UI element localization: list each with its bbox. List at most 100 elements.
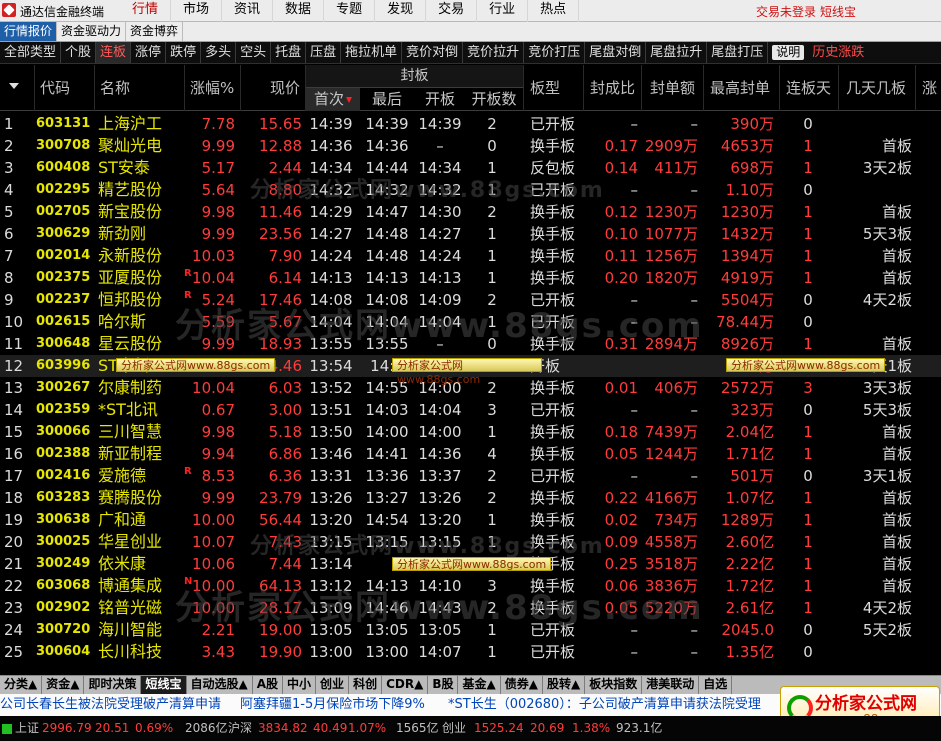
- ad-banner[interactable]: 分析家公式网www.88gs.com: [392, 358, 542, 386]
- table-row[interactable]: 5 002705 新宝股份 9.98 11.46 14:29 14:47 14:30 2 换手板 0…: [0, 201, 941, 223]
- category-tab[interactable]: 跌停: [166, 42, 202, 63]
- news-item[interactable]: 阿塞拜疆1-5月保险市场下降9%: [240, 694, 425, 716]
- bottom-tab[interactable]: CDR▲: [382, 676, 429, 694]
- bottom-tab[interactable]: 科创: [349, 676, 383, 694]
- bottom-tab[interactable]: 股转▲: [543, 676, 586, 694]
- table-row[interactable]: 2 300708 聚灿光电 9.99 12.88 14:36 14:36 – 0 换手板 0.17 2…: [0, 135, 941, 157]
- col-chg[interactable]: 涨幅%: [190, 77, 234, 98]
- subtab[interactable]: 行情报价: [0, 22, 58, 41]
- bottom-tab[interactable]: 创业: [316, 676, 350, 694]
- col-board-type[interactable]: 板型: [530, 77, 560, 98]
- category-tab[interactable]: 多头: [201, 42, 237, 63]
- table-row[interactable]: 19 300638 广和通 10.00 56.44 13:20 14:54 13:20 1 换手板…: [0, 509, 941, 531]
- menu-item[interactable]: 行业: [477, 0, 529, 22]
- menu-item[interactable]: 资讯: [222, 0, 274, 22]
- col-code[interactable]: 代码: [40, 77, 70, 98]
- category-tab[interactable]: 竞价打压: [524, 42, 586, 63]
- bottom-tab[interactable]: 债券▲: [501, 676, 543, 694]
- table-row[interactable]: 8 002375 亚厦股份 R 10.04 6.14 14:13 14:13 14:13 1 换手板…: [0, 267, 941, 289]
- bottom-tab[interactable]: 自选: [699, 676, 733, 694]
- bottom-tab[interactable]: 自动选股▲: [187, 676, 253, 694]
- subtab[interactable]: 资金驱动力: [57, 22, 127, 41]
- table-row[interactable]: 7 002014 永新股份 10.03 7.90 14:24 14:48 14:24 1 换手板 0…: [0, 245, 941, 267]
- category-tab[interactable]: 空头: [236, 42, 272, 63]
- table-row[interactable]: 14 002359 *ST北讯 0.67 3.00 13:51 14:03 14:04 3 已开板…: [0, 399, 941, 421]
- ad-banner[interactable]: 分析家公式网www.88gs.com: [116, 358, 276, 372]
- category-tab[interactable]: 压盘: [306, 42, 342, 63]
- cell-days: 0: [803, 181, 813, 199]
- col-streak-days[interactable]: 连板天: [786, 77, 831, 98]
- sort-menu-icon[interactable]: [9, 83, 19, 89]
- bottom-tab[interactable]: 港美联动: [642, 676, 700, 694]
- table-row[interactable]: 18 603283 赛腾股份 9.99 23.79 13:26 13:27 13:26 2 换手板…: [0, 487, 941, 509]
- category-tab[interactable]: 拖拉机单: [341, 42, 403, 63]
- menu-item[interactable]: 专题: [324, 0, 376, 22]
- login-status[interactable]: 交易未登录: [756, 3, 816, 20]
- cell-famt: 1077万: [644, 225, 698, 243]
- bottom-tab[interactable]: A股: [253, 676, 284, 694]
- table-row[interactable]: 25 300604 长川科技 3.43 19.90 13:00 13:00 14:07 1 已开板…: [0, 641, 941, 663]
- col-price[interactable]: 现价: [270, 77, 300, 98]
- bottom-tab[interactable]: 中小: [283, 676, 317, 694]
- sz-index-change: 40.49: [313, 721, 348, 735]
- cell-t3: 13:37: [418, 467, 462, 485]
- bottom-tab[interactable]: 即时决策: [84, 676, 142, 694]
- short-line-link[interactable]: 短线宝: [820, 3, 856, 20]
- category-tab[interactable]: 涨停: [131, 42, 167, 63]
- category-tab[interactable]: 尾盘对倒: [585, 42, 647, 63]
- col-seal-ratio[interactable]: 封成比: [590, 77, 635, 98]
- col-first-time[interactable]: 首次: [306, 88, 360, 111]
- bottom-tab[interactable]: B股: [428, 676, 459, 694]
- news-item[interactable]: *ST长生（002680）：子公司破产清算申请获法院受理: [448, 694, 761, 716]
- table-row[interactable]: 22 603068 博通集成 N 10.00 64.13 13:12 14:13 14:10 3 换…: [0, 575, 941, 597]
- menu-item[interactable]: 发现: [375, 0, 427, 22]
- col-n-days-n-boards[interactable]: 几天几板: [846, 77, 906, 98]
- table-row[interactable]: 20 300025 华星创业 10.07 7.43 13:15 13:15 13:15 1 换手板…: [0, 531, 941, 553]
- cell-ratio: 0.20: [604, 269, 638, 287]
- category-tab[interactable]: 个股: [61, 42, 97, 63]
- table-row[interactable]: 4 002295 精艺股份 5.64 8.80 14:32 14:32 14:32 1 已开板 – –…: [0, 179, 941, 201]
- table-row[interactable]: 6 300629 新劲刚 9.99 23.56 14:27 14:48 14:27 1 换手板 0.…: [0, 223, 941, 245]
- cy-index-change: 20.69: [530, 721, 565, 735]
- col-last-time[interactable]: 最后: [360, 88, 414, 111]
- col-open-count[interactable]: 开板数: [466, 88, 522, 111]
- category-tab[interactable]: 尾盘打压: [707, 42, 769, 63]
- table-row[interactable]: 10 002615 哈尔斯 5.59 5.67 14:04 14:04 14:04 1 已开板 – –…: [0, 311, 941, 333]
- table-row[interactable]: 3 600408 ST安泰 5.17 2.44 14:34 14:44 14:34 1 反包板 0.…: [0, 157, 941, 179]
- col-seal-amount[interactable]: 封单额: [650, 77, 695, 98]
- history-change-link[interactable]: 历史涨跌: [808, 42, 868, 63]
- menu-item[interactable]: 数据: [273, 0, 325, 22]
- table-row[interactable]: 15 300066 三川智慧 9.98 5.18 13:50 14:00 14:00 1 换手板 0…: [0, 421, 941, 443]
- col-more[interactable]: 涨: [922, 77, 937, 98]
- col-name[interactable]: 名称: [100, 77, 130, 98]
- bottom-tab[interactable]: 资金▲: [42, 676, 85, 694]
- help-button[interactable]: 说明: [772, 45, 805, 60]
- category-tab[interactable]: 竞价拉升: [463, 42, 525, 63]
- bottom-tab[interactable]: 板块指数: [585, 676, 643, 694]
- table-row[interactable]: 1 603131 上海沪工 7.78 15.65 14:39 14:39 14:39 2 已开板 –…: [0, 113, 941, 135]
- category-tab[interactable]: 竞价对倒: [402, 42, 464, 63]
- menu-item[interactable]: 市场: [171, 0, 223, 22]
- table-row[interactable]: 17 002416 爱施德 R 8.53 6.36 13:31 13:36 13:37 2 已开板 –…: [0, 465, 941, 487]
- bottom-tab[interactable]: 基金▲: [458, 676, 501, 694]
- table-row[interactable]: 9 002237 恒邦股份 R 5.24 17.46 14:08 14:08 14:09 2 已开板…: [0, 289, 941, 311]
- category-tab[interactable]: 尾盘拉升: [646, 42, 708, 63]
- col-max-seal[interactable]: 最高封单: [710, 77, 770, 98]
- bottom-tab[interactable]: 分类▲: [0, 676, 43, 694]
- subtab[interactable]: 资金博弈: [126, 22, 184, 41]
- table-row[interactable]: 23 002902 铭普光磁 10.00 28.17 13:09 14:46 14:43 2 换手…: [0, 597, 941, 619]
- category-tab[interactable]: 连板: [96, 42, 132, 63]
- menu-item[interactable]: 热点: [528, 0, 580, 22]
- table-row[interactable]: 16 002388 新亚制程 9.94 6.86 13:46 14:41 14:36 4 换手板 0…: [0, 443, 941, 465]
- news-item[interactable]: 公司长春长生被法院受理破产清算申请: [0, 694, 221, 716]
- bottom-tab[interactable]: 短线宝: [141, 676, 187, 694]
- ad-banner[interactable]: 分析家公式网www.88gs.com: [726, 358, 886, 372]
- col-open-time[interactable]: 开板: [414, 88, 466, 111]
- menu-item[interactable]: 交易: [426, 0, 478, 22]
- table-row[interactable]: 11 300648 星云股份 9.99 18.93 13:55 13:55 – 0 换手板 0.31…: [0, 333, 941, 355]
- menu-item[interactable]: 行情: [120, 0, 172, 22]
- ad-banner[interactable]: 分析家公式网www.88gs.com: [392, 557, 552, 571]
- table-row[interactable]: 24 300720 海川智能 2.21 19.00 13:05 13:05 13:05 1 已开板…: [0, 619, 941, 641]
- category-tab[interactable]: 全部类型: [0, 42, 62, 63]
- category-tab[interactable]: 托盘: [271, 42, 307, 63]
